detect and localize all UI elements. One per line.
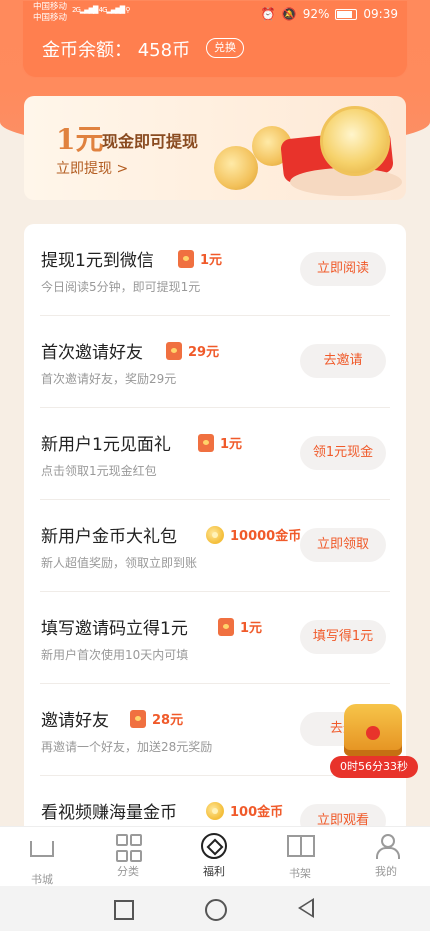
task-reward: 28元 [130,709,183,728]
system-nav-bar [0,886,430,931]
task-subtitle: 点击领取1元现金红包 [41,464,157,478]
battery-percent: 92% [302,7,330,21]
red-envelope-icon [218,617,234,636]
system-status-right: ⏰ 🔕 92% 09:39 [261,7,398,21]
tab-label: 书城 [31,873,53,886]
invite-button[interactable]: 去邀请 [300,344,386,378]
book-icon [287,835,315,861]
task-subtitle: 新人超值奖励，领取立即到账 [41,556,198,570]
task-reward: 29元 [166,341,219,360]
carrier-1: 中国移动 [33,2,68,12]
reward-amount: 100金币 [230,805,284,820]
gold-coin-icon [320,106,390,176]
task-item: 新用户金币大礼包 10000金币 新人超值奖励，领取立即到账 立即领取 [24,500,406,592]
back-icon[interactable] [298,898,314,918]
status-bar: 中国移动 中国移动 2G▂▄▆█ 4G▂▄▆█ ⚲ ⏰ 🔕 92% 09:39 [0,0,430,30]
tab-profile[interactable]: 我的 [356,833,416,879]
reward-amount: 1元 [220,437,243,452]
coin-icon [206,525,224,544]
carrier-info: 中国移动 中国移动 [33,2,67,24]
reward-amount: 29元 [188,345,220,360]
signal-icon: 2G▂▄▆█ 4G▂▄▆█ ⚲ [72,6,130,14]
withdraw-banner[interactable]: 1元 现金即可提现 立即提现 > [24,96,406,200]
treasure-chest-icon [344,704,402,756]
task-reward: 100金币 [206,801,283,820]
task-title: 邀请好友 [41,711,109,731]
task-reward: 1元 [218,617,262,636]
reward-amount: 1元 [240,621,263,636]
battery-icon [335,8,358,20]
mute-icon: 🔕 [281,7,297,21]
tab-label: 福利 [203,865,225,878]
home-button-icon[interactable] [205,899,227,921]
tab-category[interactable]: 分类 [98,833,158,879]
welfare-icon [201,833,227,859]
reward-amount: 28元 [152,713,184,728]
recent-apps-icon[interactable] [114,900,134,920]
exchange-button[interactable]: 兑换 [206,38,244,58]
task-title: 新用户金币大礼包 [41,527,177,547]
user-icon [373,833,400,859]
enter-invite-code-button[interactable]: 填写得1元 [300,620,386,654]
red-envelope-icon [166,341,182,360]
reward-amount: 1元 [200,253,223,268]
task-item: 新用户1元见面礼 1元 点击领取1元现金红包 领1元现金 [24,408,406,500]
alarm-icon: ⏰ [260,7,276,21]
coin-stack-icon [214,146,258,190]
task-item: 首次邀请好友 29元 首次邀请好友，奖励29元 去邀请 [24,316,406,408]
coin-balance: 金币余额： 458币 [42,40,191,61]
red-envelope-icon [198,433,214,452]
task-subtitle: 再邀请一个好友，加送28元奖励 [41,740,213,754]
red-envelope-icon [130,709,146,728]
task-title: 提现1元到微信 [41,251,154,271]
task-reward: 1元 [198,433,242,452]
reward-amount: 10000金币 [230,529,302,544]
tab-bookshelf[interactable]: 书架 [270,833,330,881]
grid-icon [115,833,142,862]
task-item: 提现1元到微信 1元 今日阅读5分钟，即可提现1元 立即阅读 [24,224,406,316]
tab-label: 书架 [289,867,311,880]
task-subtitle: 今日阅读5分钟，即可提现1元 [41,280,201,294]
network-type-2: 4G [98,6,108,14]
countdown-timer: 0时56分33秒 [330,756,418,778]
task-reward: 1元 [178,249,222,268]
claim-cash-button[interactable]: 领1元现金 [300,436,386,470]
carrier-2: 中国移动 [33,13,68,23]
read-now-button[interactable]: 立即阅读 [300,252,386,286]
claim-now-button[interactable]: 立即领取 [300,528,386,562]
withdraw-now-link[interactable]: 立即提现 > [56,158,128,178]
coin-icon [206,801,224,820]
task-title: 首次邀请好友 [41,343,143,363]
red-envelope-icon [178,249,194,268]
task-title: 看视频赚海量金币 [41,803,177,823]
banner-title: 现金即可提现 [102,132,199,151]
task-item: 填写邀请码立得1元 1元 新用户首次使用10天内可填 填写得1元 [24,592,406,684]
task-subtitle: 新用户首次使用10天内可填 [41,648,189,662]
home-icon [29,841,55,867]
bottom-tab-bar: 书城 分类 福利 书架 我的 [0,826,430,887]
banner-amount: 1元 [56,123,104,156]
treasure-chest-widget[interactable]: 0时56分33秒 [330,700,418,780]
tab-label: 分类 [117,865,139,878]
task-subtitle: 首次邀请好友，奖励29元 [41,372,177,386]
task-reward: 10000金币 [206,525,301,544]
tab-label: 我的 [375,865,397,878]
network-type-1: 2G [72,6,81,14]
tab-bookstore[interactable]: 书城 [12,833,72,887]
task-title: 填写邀请码立得1元 [41,619,188,639]
clock: 09:39 [363,7,398,21]
tab-welfare[interactable]: 福利 [184,833,244,879]
task-title: 新用户1元见面礼 [41,435,171,455]
